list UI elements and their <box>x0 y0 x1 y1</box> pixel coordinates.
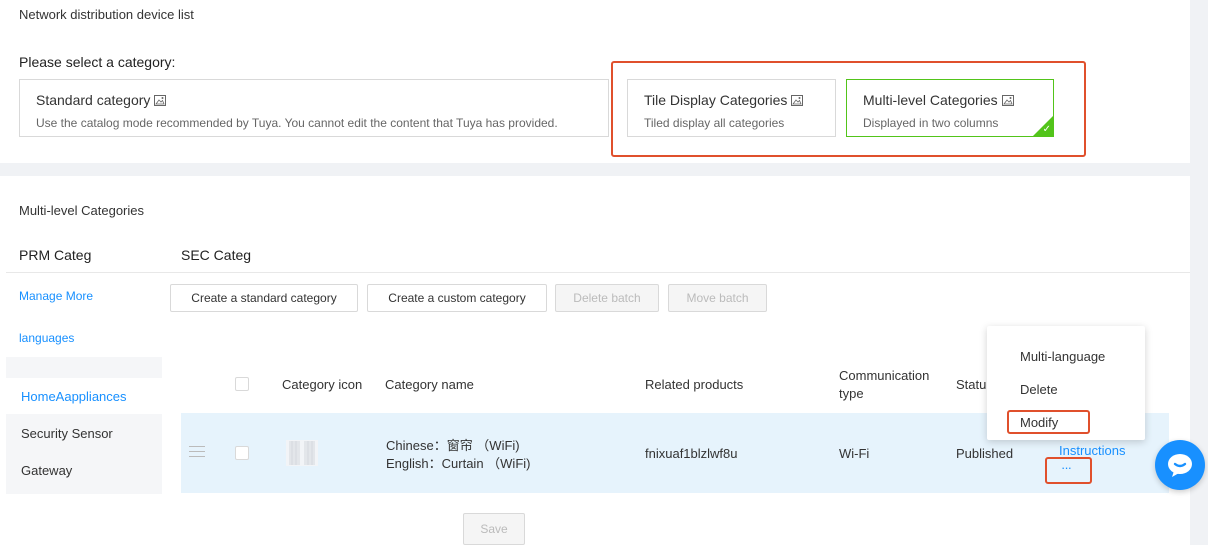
save-button[interactable]: Save <box>463 513 525 545</box>
create-standard-category-button[interactable]: Create a standard category <box>170 284 358 312</box>
highlight-box <box>611 61 1086 157</box>
related-products-value: fnixuaf1blzlwf8u <box>645 446 738 461</box>
sidebar-item-homeappliances[interactable]: HomeAappliances <box>6 378 162 414</box>
select-label: Please select a category: <box>19 54 176 70</box>
sidebar-item-security-sensor[interactable]: Security Sensor <box>21 426 113 441</box>
col-category-name: Category name <box>385 377 474 392</box>
card-title: Standard category <box>36 92 151 108</box>
sidebar-item-gateway[interactable]: Gateway <box>21 463 72 478</box>
curtain-icon <box>285 438 319 468</box>
image-icon <box>154 95 167 106</box>
header-divider <box>6 272 1190 273</box>
col-communication-type: Communication type <box>839 368 929 401</box>
row-checkbox[interactable] <box>235 446 249 460</box>
instructions-link[interactable]: Instructions <box>1059 443 1125 458</box>
col-related-products: Related products <box>645 377 744 392</box>
status-value: Published <box>956 446 1014 461</box>
menu-item-multi-language[interactable]: Multi-language <box>1020 349 1105 364</box>
communication-type-value: Wi-Fi <box>839 446 870 461</box>
card-desc: Use the catalog mode recommended by Tuya… <box>36 116 558 130</box>
chat-support-button[interactable] <box>1155 440 1205 490</box>
list-title: Network distribution device list <box>19 7 194 22</box>
menu-item-delete[interactable]: Delete <box>1020 382 1058 397</box>
category-mode-panel: Network distribution device list Please … <box>0 0 1190 163</box>
create-custom-category-button[interactable]: Create a custom category <box>367 284 547 312</box>
delete-batch-button[interactable]: Delete batch <box>555 284 659 312</box>
category-name-en: English：Curtain （WiFi) <box>386 456 531 471</box>
move-batch-button[interactable]: Move batch <box>668 284 767 312</box>
sec-category-label: SEC Categ <box>181 247 252 263</box>
prm-category-label: PRM Categ <box>19 247 92 263</box>
select-all-checkbox[interactable] <box>235 377 249 391</box>
drag-handle-icon[interactable] <box>189 446 205 457</box>
modify-highlight-box <box>1007 410 1090 434</box>
comm-header-line-1: Communication <box>839 368 930 383</box>
comm-header-line-2: type <box>839 386 864 401</box>
manage-link-line-1[interactable]: Manage More <box>19 289 93 303</box>
manage-languages-link-2[interactable]: languages <box>19 331 74 345</box>
standard-category-card[interactable]: Standard category Use the catalog mode r… <box>19 79 609 137</box>
manage-languages-link[interactable]: Manage More <box>19 289 93 303</box>
col-status: Statu <box>956 377 987 392</box>
more-highlight-box <box>1045 457 1092 484</box>
col-category-icon: Category icon <box>282 377 363 392</box>
section-title: Multi-level Categories <box>19 203 144 218</box>
category-name-cn: Chinese：窗帘 （WiFi) <box>386 438 520 453</box>
row-actions-menu: Multi-language Delete Modify <box>987 326 1145 440</box>
chat-bubble-icon <box>1168 454 1192 477</box>
